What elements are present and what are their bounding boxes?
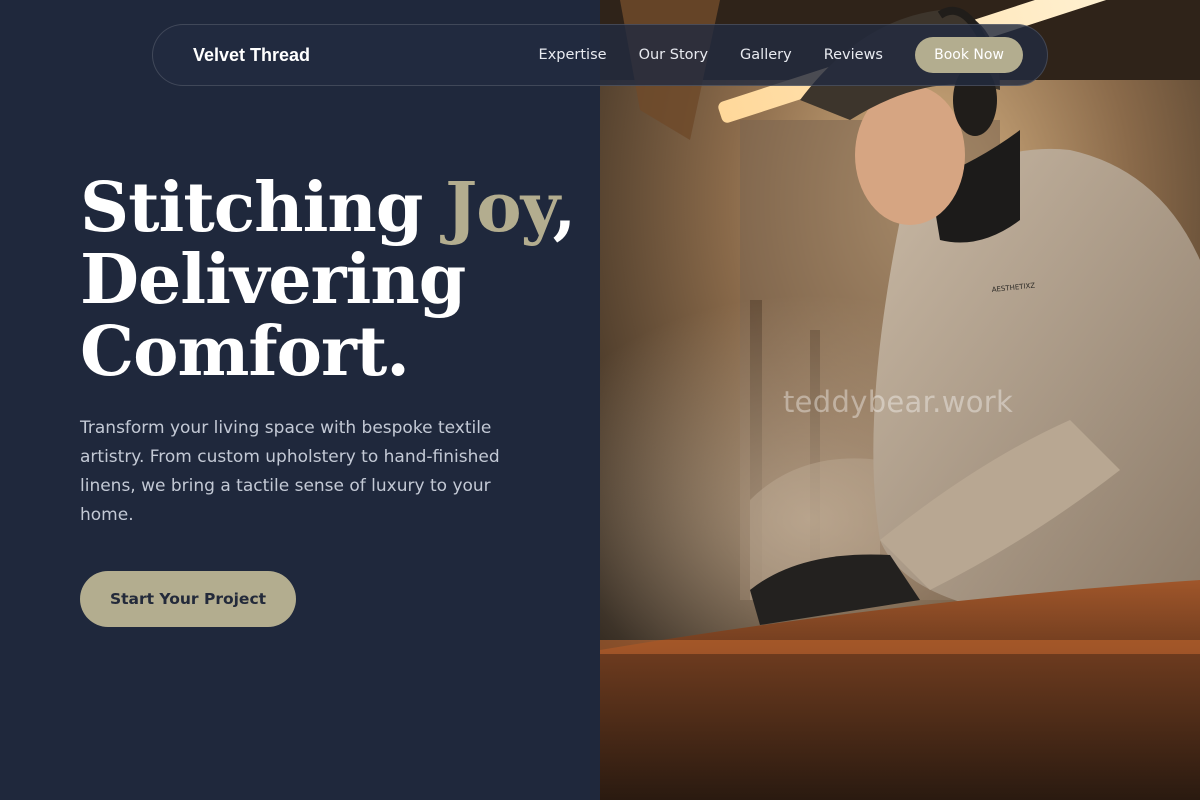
hero-title-line-2: Delivering: [80, 240, 466, 320]
hero-title: Stitching Joy, Delivering Comfort.: [80, 172, 580, 388]
brand-logo-text[interactable]: Velvet Thread: [193, 45, 310, 66]
book-now-button[interactable]: Book Now: [915, 37, 1023, 73]
nav-link-gallery[interactable]: Gallery: [740, 47, 792, 63]
navbar: Velvet Thread Expertise Our Story Galler…: [152, 24, 1048, 86]
hero-description: Transform your living space with bespoke…: [80, 418, 500, 525]
nav-links: Expertise Our Story Gallery Reviews Book…: [539, 37, 1023, 73]
hero-photo: AESTHETIXZ teddybear.work: [600, 0, 1200, 800]
hero-title-part1: Stitching: [80, 168, 446, 248]
start-project-button[interactable]: Start Your Project: [80, 571, 296, 627]
hero-title-line-3: Comfort.: [80, 312, 410, 392]
watermark-text: teddybear.work: [783, 385, 1014, 419]
hero-title-line-1: Stitching Joy,: [80, 172, 580, 244]
nav-link-our-story[interactable]: Our Story: [639, 47, 708, 63]
hero-title-comma: ,: [552, 168, 577, 248]
nav-link-expertise[interactable]: Expertise: [539, 47, 607, 63]
nav-link-reviews[interactable]: Reviews: [824, 47, 883, 63]
hero-title-accent: Joy: [445, 168, 554, 248]
hero-left-panel: [0, 0, 600, 800]
